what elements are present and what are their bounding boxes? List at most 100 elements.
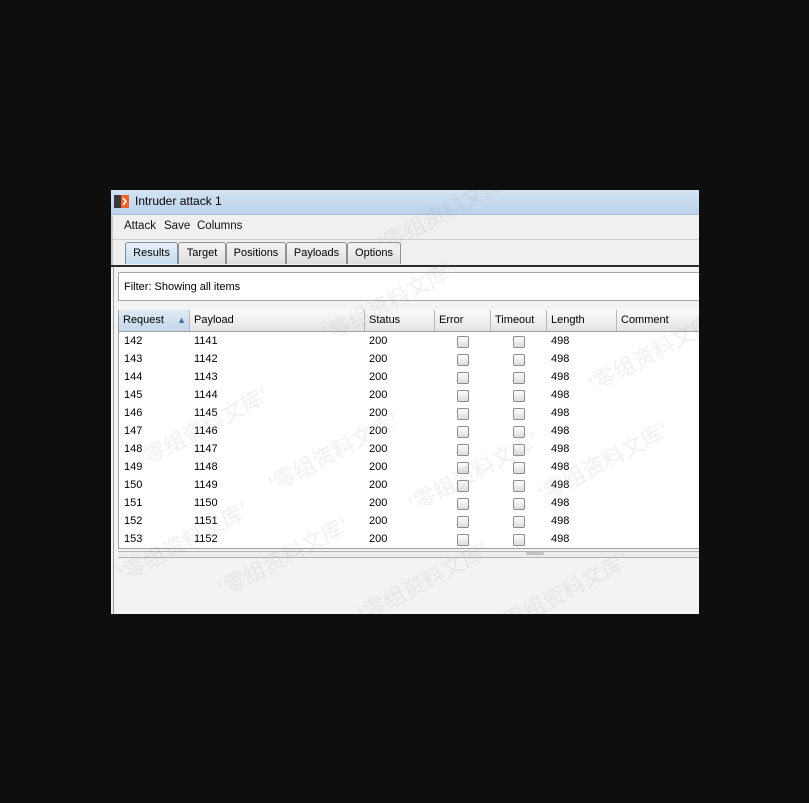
cell-payload: 1144: [194, 389, 218, 401]
title-bar[interactable]: Intruder attack 1: [111, 190, 699, 215]
error-checkbox[interactable]: [457, 390, 469, 402]
error-checkbox[interactable]: [457, 498, 469, 510]
column-header-error[interactable]: Error: [435, 310, 491, 331]
error-checkbox[interactable]: [457, 516, 469, 528]
table-row[interactable]: 149 1148 200 498: [119, 458, 699, 476]
cell-payload: 1151: [194, 515, 218, 527]
tab-target[interactable]: Target: [178, 242, 226, 264]
cell-status: 200: [369, 497, 388, 509]
intruder-attack-window: Intruder attack 1 Attack Save Columns Re…: [111, 190, 699, 614]
cell-request: 148: [124, 443, 143, 455]
error-checkbox[interactable]: [457, 372, 469, 384]
cell-length: 498: [551, 479, 570, 491]
tab-strip: Results Target Positions Payloads Option…: [111, 240, 699, 266]
menu-bar: Attack Save Columns: [111, 215, 699, 240]
timeout-checkbox[interactable]: [513, 480, 525, 492]
error-checkbox[interactable]: [457, 408, 469, 420]
error-checkbox[interactable]: [457, 462, 469, 474]
cell-length: 498: [551, 407, 570, 419]
cell-payload: 1147: [194, 443, 218, 455]
cell-payload: 1150: [194, 497, 218, 509]
timeout-checkbox[interactable]: [513, 516, 525, 528]
table-row[interactable]: 147 1146 200 498: [119, 422, 699, 440]
table-row[interactable]: 153 1152 200 498: [119, 530, 699, 548]
tab-options[interactable]: Options: [347, 242, 401, 264]
error-checkbox[interactable]: [457, 336, 469, 348]
tab-positions[interactable]: Positions: [226, 242, 286, 264]
cell-length: 498: [551, 353, 570, 365]
timeout-checkbox[interactable]: [513, 372, 525, 384]
cell-request: 151: [124, 497, 143, 509]
column-header-timeout[interactable]: Timeout: [491, 310, 547, 331]
timeout-checkbox[interactable]: [513, 462, 525, 474]
table-row[interactable]: 150 1149 200 498: [119, 476, 699, 494]
table-row[interactable]: 152 1151 200 498: [119, 512, 699, 530]
cell-length: 498: [551, 425, 570, 437]
cell-payload: 1149: [194, 479, 218, 491]
cell-status: 200: [369, 407, 388, 419]
filter-label: Filter: Showing all items: [124, 281, 241, 293]
timeout-checkbox[interactable]: [513, 498, 525, 510]
burp-intruder-icon: [114, 195, 129, 208]
cell-payload: 1143: [194, 371, 218, 383]
cell-request: 149: [124, 461, 143, 473]
tab-results[interactable]: Results: [125, 242, 178, 264]
timeout-checkbox[interactable]: [513, 444, 525, 456]
cell-length: 498: [551, 443, 570, 455]
timeout-checkbox[interactable]: [513, 408, 525, 420]
error-checkbox[interactable]: [457, 354, 469, 366]
table-row[interactable]: 148 1147 200 498: [119, 440, 699, 458]
cell-payload: 1146: [194, 425, 218, 437]
timeout-checkbox[interactable]: [513, 426, 525, 438]
table-row[interactable]: 143 1142 200 498: [119, 350, 699, 368]
cell-request: 153: [124, 533, 143, 545]
error-checkbox[interactable]: [457, 534, 469, 546]
table-row[interactable]: 146 1145 200 498: [119, 404, 699, 422]
cell-length: 498: [551, 461, 570, 473]
timeout-checkbox[interactable]: [513, 390, 525, 402]
timeout-checkbox[interactable]: [513, 354, 525, 366]
timeout-checkbox[interactable]: [513, 534, 525, 546]
table-row[interactable]: 145 1144 200 498: [119, 386, 699, 404]
cell-status: 200: [369, 335, 388, 347]
cell-request: 144: [124, 371, 143, 383]
cell-status: 200: [369, 425, 388, 437]
cell-status: 200: [369, 443, 388, 455]
error-checkbox[interactable]: [457, 426, 469, 438]
table-header: Request ▲ Payload Status Error Timeout L…: [119, 310, 699, 332]
menu-save[interactable]: Save: [164, 220, 190, 232]
cell-request: 150: [124, 479, 143, 491]
cell-request: 142: [124, 335, 143, 347]
cell-length: 498: [551, 335, 570, 347]
splitter-grip-icon[interactable]: [526, 552, 544, 555]
tab-payloads[interactable]: Payloads: [286, 242, 347, 264]
cell-request: 145: [124, 389, 143, 401]
menu-columns[interactable]: Columns: [197, 220, 242, 232]
cell-status: 200: [369, 479, 388, 491]
cell-payload: 1148: [194, 461, 218, 473]
cell-status: 200: [369, 515, 388, 527]
cell-length: 498: [551, 371, 570, 383]
column-header-length[interactable]: Length: [547, 310, 617, 331]
cell-payload: 1145: [194, 407, 218, 419]
cell-status: 200: [369, 371, 388, 383]
menu-attack[interactable]: Attack: [124, 220, 156, 232]
table-row[interactable]: 144 1143 200 498: [119, 368, 699, 386]
window-title: Intruder attack 1: [135, 194, 222, 208]
cell-payload: 1152: [194, 533, 218, 545]
filter-bar[interactable]: Filter: Showing all items: [118, 272, 699, 301]
error-checkbox[interactable]: [457, 444, 469, 456]
cell-request: 146: [124, 407, 143, 419]
error-checkbox[interactable]: [457, 480, 469, 492]
column-header-status[interactable]: Status: [365, 310, 435, 331]
column-header-comment[interactable]: Comment: [617, 310, 699, 331]
cell-length: 498: [551, 389, 570, 401]
timeout-checkbox[interactable]: [513, 336, 525, 348]
column-header-request[interactable]: Request ▲: [119, 310, 190, 331]
column-header-payload[interactable]: Payload: [190, 310, 365, 331]
cell-payload: 1141: [194, 335, 218, 347]
cell-request: 143: [124, 353, 143, 365]
table-row[interactable]: 142 1141 200 498: [119, 332, 699, 350]
table-row[interactable]: 151 1150 200 498: [119, 494, 699, 512]
pane-splitter[interactable]: [118, 551, 699, 558]
